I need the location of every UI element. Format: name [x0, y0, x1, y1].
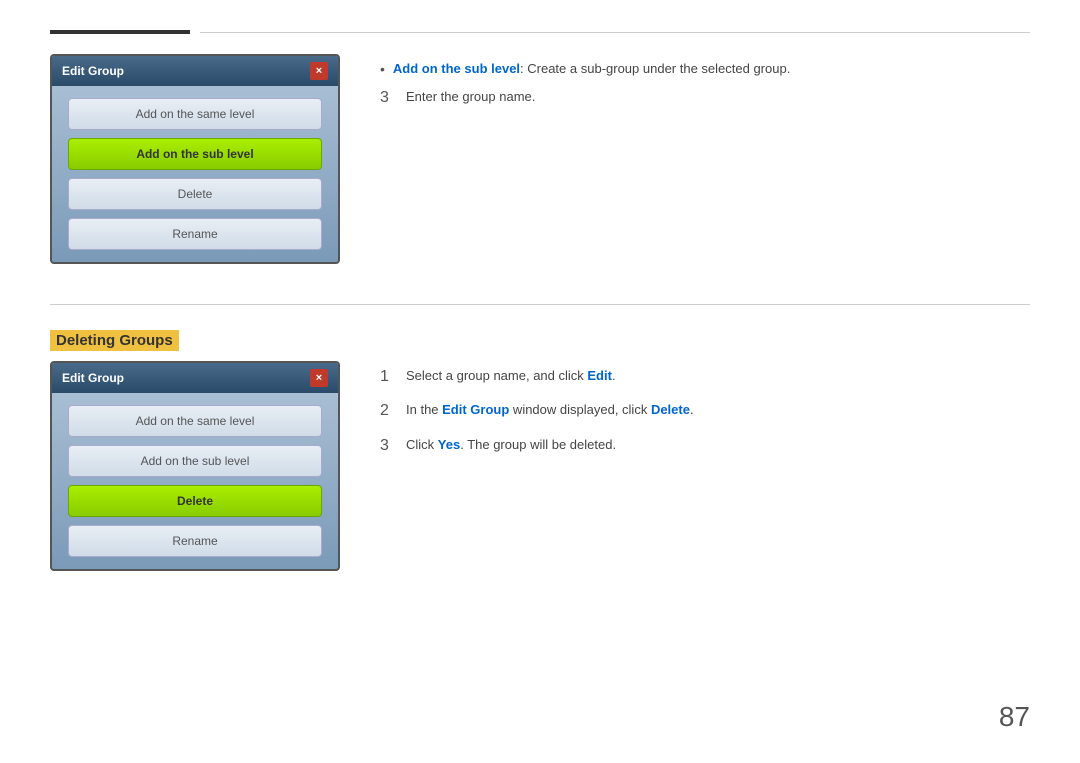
bottom-step3-text: Click Yes. The group will be deleted.	[406, 435, 616, 455]
step3-link: Yes	[438, 437, 460, 452]
step1-link: Edit	[587, 368, 612, 383]
section-divider	[50, 304, 1030, 305]
thin-rule	[200, 32, 1030, 33]
step3-post: . The group will be deleted.	[460, 437, 616, 452]
bottom-section: Edit Group × Add on the same level Add o…	[50, 361, 1030, 571]
add-same-level-btn-top[interactable]: Add on the same level	[68, 98, 322, 130]
step2-link2: Delete	[651, 402, 690, 417]
step1-post: .	[612, 368, 616, 383]
top-step3: 3 Enter the group name.	[380, 87, 1030, 109]
edit-group-dialog-bottom: Edit Group × Add on the same level Add o…	[50, 361, 340, 571]
edit-group-dialog-top: Edit Group × Add on the same level Add o…	[50, 54, 340, 264]
step2-link1: Edit Group	[442, 402, 509, 417]
top-section: Edit Group × Add on the same level Add o…	[50, 54, 1030, 264]
bullet-dot-top: •	[380, 61, 385, 77]
bottom-left-panel: Edit Group × Add on the same level Add o…	[50, 361, 340, 571]
top-rule	[50, 30, 1030, 34]
add-sub-level-btn-top[interactable]: Add on the sub level	[68, 138, 322, 170]
dialog-title-top: Edit Group	[62, 64, 124, 78]
bottom-right-content: 1 Select a group name, and click Edit. 2…	[380, 361, 1030, 571]
step2-mid: window displayed, click	[509, 402, 651, 417]
add-sub-level-link: Add on the sub level	[393, 61, 520, 76]
dialog-close-btn-bottom[interactable]: ×	[310, 369, 328, 387]
step2-post: .	[690, 402, 694, 417]
bottom-section-wrapper: Deleting Groups Edit Group × Add on the …	[50, 330, 1030, 571]
rename-btn-top[interactable]: Rename	[68, 218, 322, 250]
bottom-step3-number: 3	[380, 435, 398, 457]
rename-btn-bottom[interactable]: Rename	[68, 525, 322, 557]
delete-btn-bottom[interactable]: Delete	[68, 485, 322, 517]
thick-rule	[50, 30, 190, 34]
top-right-content: • Add on the sub level: Create a sub-gro…	[380, 54, 1030, 264]
section-title-deleting: Deleting Groups	[50, 330, 179, 351]
add-sub-level-btn-bottom[interactable]: Add on the sub level	[68, 445, 322, 477]
page-container: Edit Group × Add on the same level Add o…	[0, 0, 1080, 763]
dialog-close-btn-top[interactable]: ×	[310, 62, 328, 80]
dialog-body-top: Add on the same level Add on the sub lev…	[52, 86, 338, 262]
page-number: 87	[999, 701, 1030, 733]
add-same-level-btn-bottom[interactable]: Add on the same level	[68, 405, 322, 437]
step1-pre: Select a group name, and click	[406, 368, 587, 383]
top-step3-text: Enter the group name.	[406, 87, 535, 107]
dialog-title-bottom: Edit Group	[62, 371, 124, 385]
top-left-panel: Edit Group × Add on the same level Add o…	[50, 54, 340, 264]
dialog-body-bottom: Add on the same level Add on the sub lev…	[52, 393, 338, 569]
bottom-step1: 1 Select a group name, and click Edit.	[380, 366, 1030, 388]
bullet-continuation: : Create a sub-group under the selected …	[520, 61, 790, 76]
bullet-text-top: Add on the sub level: Create a sub-group…	[393, 59, 790, 79]
bottom-step2: 2 In the Edit Group window displayed, cl…	[380, 400, 1030, 422]
bottom-step2-text: In the Edit Group window displayed, clic…	[406, 400, 694, 420]
bottom-step2-number: 2	[380, 400, 398, 422]
dialog-title-bar-bottom: Edit Group ×	[52, 363, 338, 393]
bottom-step1-text: Select a group name, and click Edit.	[406, 366, 616, 386]
dialog-title-bar-top: Edit Group ×	[52, 56, 338, 86]
bottom-step3: 3 Click Yes. The group will be deleted.	[380, 435, 1030, 457]
bullet-item-top: • Add on the sub level: Create a sub-gro…	[380, 59, 1030, 79]
step3-pre: Click	[406, 437, 438, 452]
bottom-step1-number: 1	[380, 366, 398, 388]
step2-pre: In the	[406, 402, 442, 417]
top-step3-number: 3	[380, 87, 398, 109]
delete-btn-top[interactable]: Delete	[68, 178, 322, 210]
